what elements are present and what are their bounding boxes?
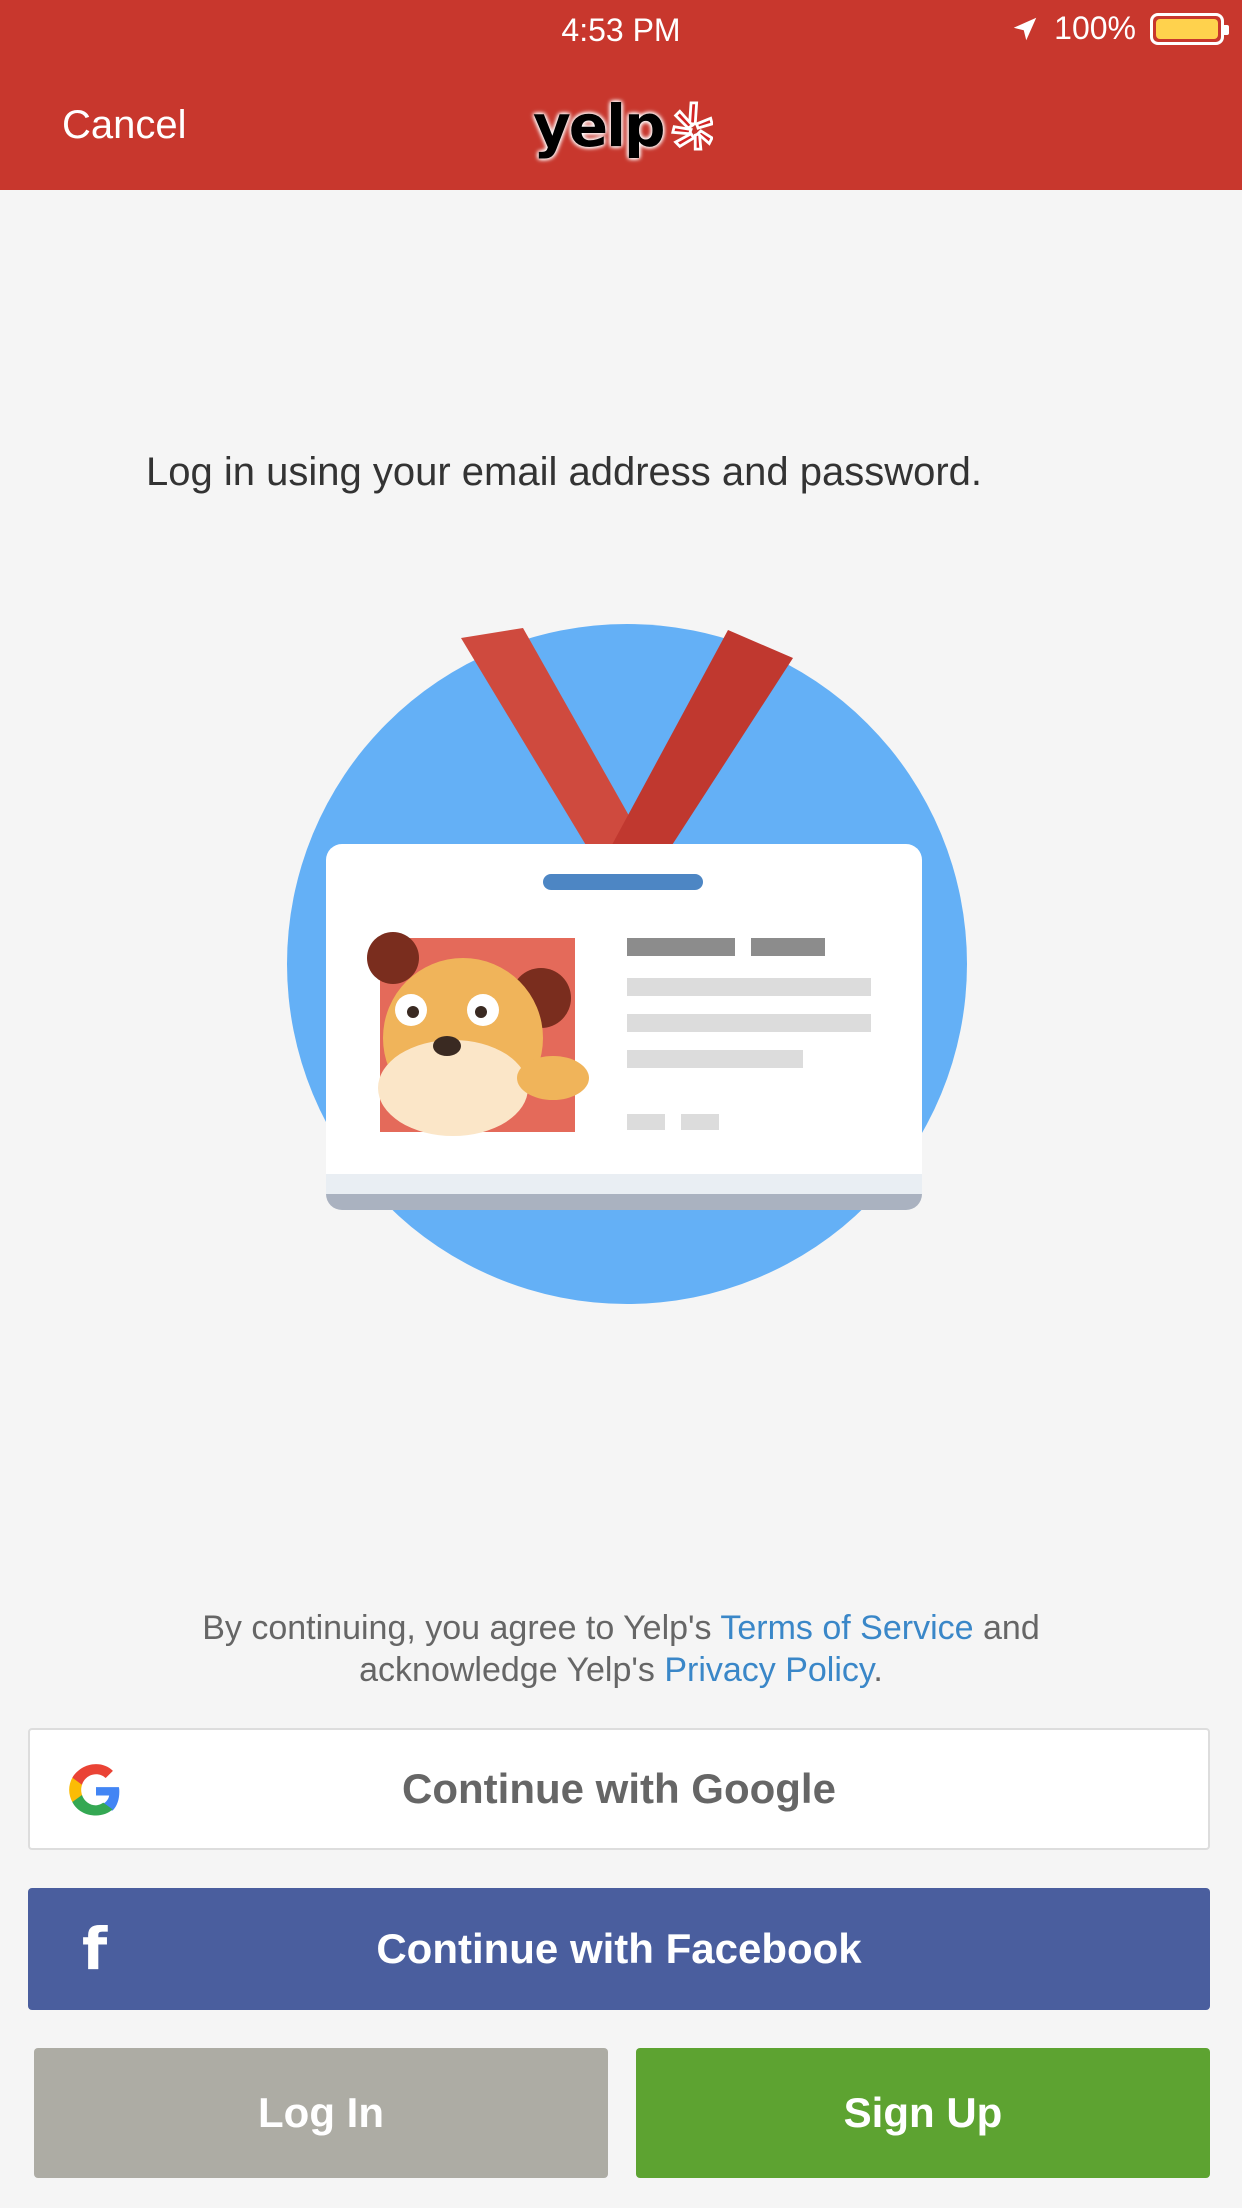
- yelp-burst-icon: [670, 101, 713, 151]
- battery-icon: [1150, 12, 1229, 45]
- facebook-icon: f: [82, 1915, 108, 1983]
- sign-up-label: Sign Up: [843, 2089, 1003, 2136]
- continue-with-google-button[interactable]: Continue with Google: [28, 1728, 1210, 1850]
- header-bar: 4:53 PM 100% Cancel yelp: [0, 0, 1242, 190]
- terms-of-service-link[interactable]: Terms of Service: [720, 1609, 973, 1647]
- sign-up-button[interactable]: Sign Up: [636, 2048, 1210, 2178]
- location-arrow-icon: [1013, 17, 1037, 40]
- privacy-policy-link[interactable]: Privacy Policy: [664, 1651, 873, 1689]
- yelp-logo-text: yelp: [533, 92, 666, 160]
- status-right: 100%: [1010, 10, 1229, 47]
- login-instructions: Log in using your email address and pass…: [146, 450, 983, 494]
- legal-prefix: By continuing, you agree to Yelp's: [202, 1609, 721, 1647]
- yelp-logo: yelp: [533, 80, 713, 172]
- legal-suffix: .: [873, 1651, 883, 1689]
- cancel-button[interactable]: Cancel: [62, 103, 187, 148]
- status-bar: 4:53 PM 100%: [0, 0, 1242, 60]
- log-in-label: Log In: [258, 2089, 384, 2136]
- google-button-label: Continue with Google: [402, 1765, 836, 1812]
- facebook-button-label: Continue with Facebook: [376, 1925, 862, 1972]
- log-in-button[interactable]: Log In: [34, 2048, 608, 2178]
- id-badge-illustration: [287, 624, 967, 1304]
- battery-percent: 100%: [1054, 10, 1136, 46]
- legal-notice: By continuing, you agree to Yelp's Terms…: [110, 1607, 1132, 1691]
- continue-with-facebook-button[interactable]: f Continue with Facebook: [28, 1888, 1210, 2010]
- google-icon: [69, 1764, 120, 1816]
